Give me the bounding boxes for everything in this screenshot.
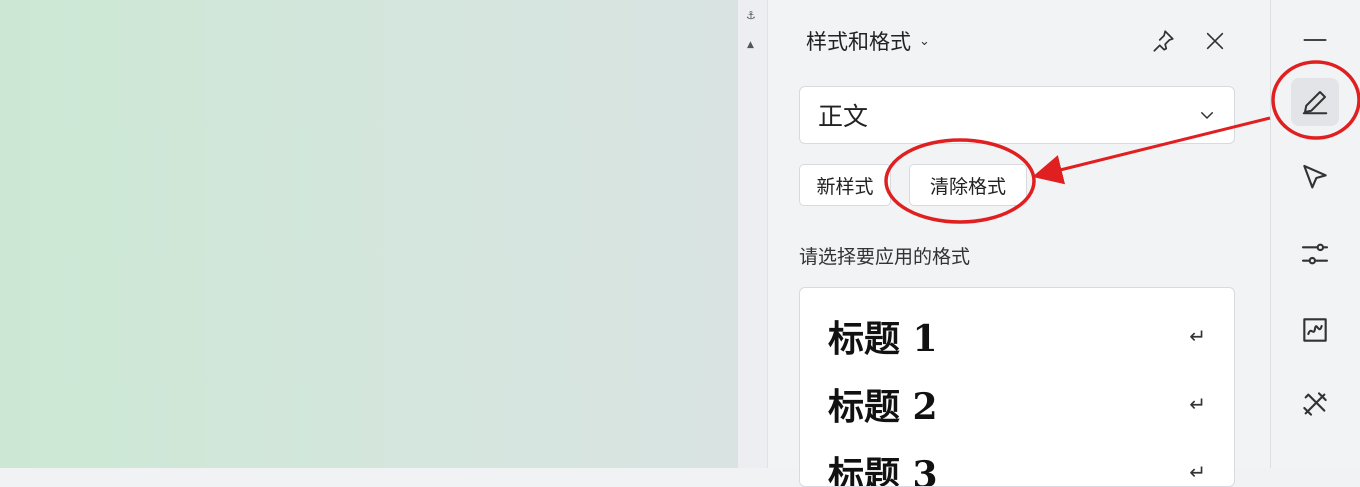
return-icon: ↵ — [1189, 392, 1206, 416]
style-item-heading-1[interactable]: 标题 1 ↵ — [828, 306, 1206, 366]
style-item-label: 标题 1 — [828, 318, 938, 360]
tools-icon — [1303, 392, 1327, 416]
select-button[interactable] — [1291, 154, 1339, 202]
wave-icon — [1303, 318, 1327, 342]
tools-button[interactable] — [1291, 380, 1339, 428]
chevron-down-icon: ⌄ — [919, 33, 930, 49]
sliders-icon — [1301, 243, 1329, 265]
cursor-icon — [1303, 164, 1327, 189]
chevron-down-icon — [1201, 112, 1213, 120]
return-icon: ↵ — [1189, 324, 1206, 348]
style-item-heading-3[interactable]: 标题 3 ↵ — [828, 442, 1206, 487]
close-button[interactable] — [1200, 26, 1230, 56]
pen-icon — [1302, 91, 1328, 115]
style-item-label: 标题 3 — [828, 454, 938, 487]
anchor-icon: ⚓ — [746, 9, 756, 22]
pin-button[interactable] — [1148, 26, 1178, 56]
panel-title[interactable]: 样式和格式 ⌄ — [806, 26, 930, 56]
apply-format-hint: 请选择要应用的格式 — [799, 246, 971, 268]
new-style-button[interactable]: 新样式 — [799, 164, 891, 206]
close-icon — [1206, 32, 1224, 50]
clear-format-button[interactable]: 清除格式 — [909, 164, 1027, 206]
right-toolbar — [1271, 0, 1360, 468]
return-icon: ↵ — [1189, 460, 1206, 484]
style-list: 标题 1 ↵ 标题 2 ↵ 标题 3 ↵ — [799, 287, 1235, 487]
pin-icon — [1153, 30, 1174, 52]
vertical-ruler: ⚓ ▲ — [738, 0, 768, 468]
style-item-label: 标题 2 — [828, 386, 938, 428]
styles-panel: 样式和格式 ⌄ 正文 新样式 清除格式 请选择要应用的格式 标题 1 ↵ 标题 … — [768, 0, 1271, 487]
document-area[interactable] — [0, 0, 738, 468]
minimize-button[interactable] — [1291, 16, 1339, 64]
smart-button[interactable] — [1291, 306, 1339, 354]
adjust-button[interactable] — [1291, 230, 1339, 278]
panel-title-text: 样式和格式 — [806, 30, 911, 54]
style-select-value: 正文 — [818, 102, 869, 131]
minimize-icon — [1303, 38, 1327, 42]
style-select[interactable]: 正文 — [799, 86, 1235, 144]
style-item-heading-2[interactable]: 标题 2 ↵ — [828, 374, 1206, 434]
style-pen-button[interactable] — [1291, 78, 1339, 126]
ruler-marker-icon: ▲ — [747, 40, 754, 50]
